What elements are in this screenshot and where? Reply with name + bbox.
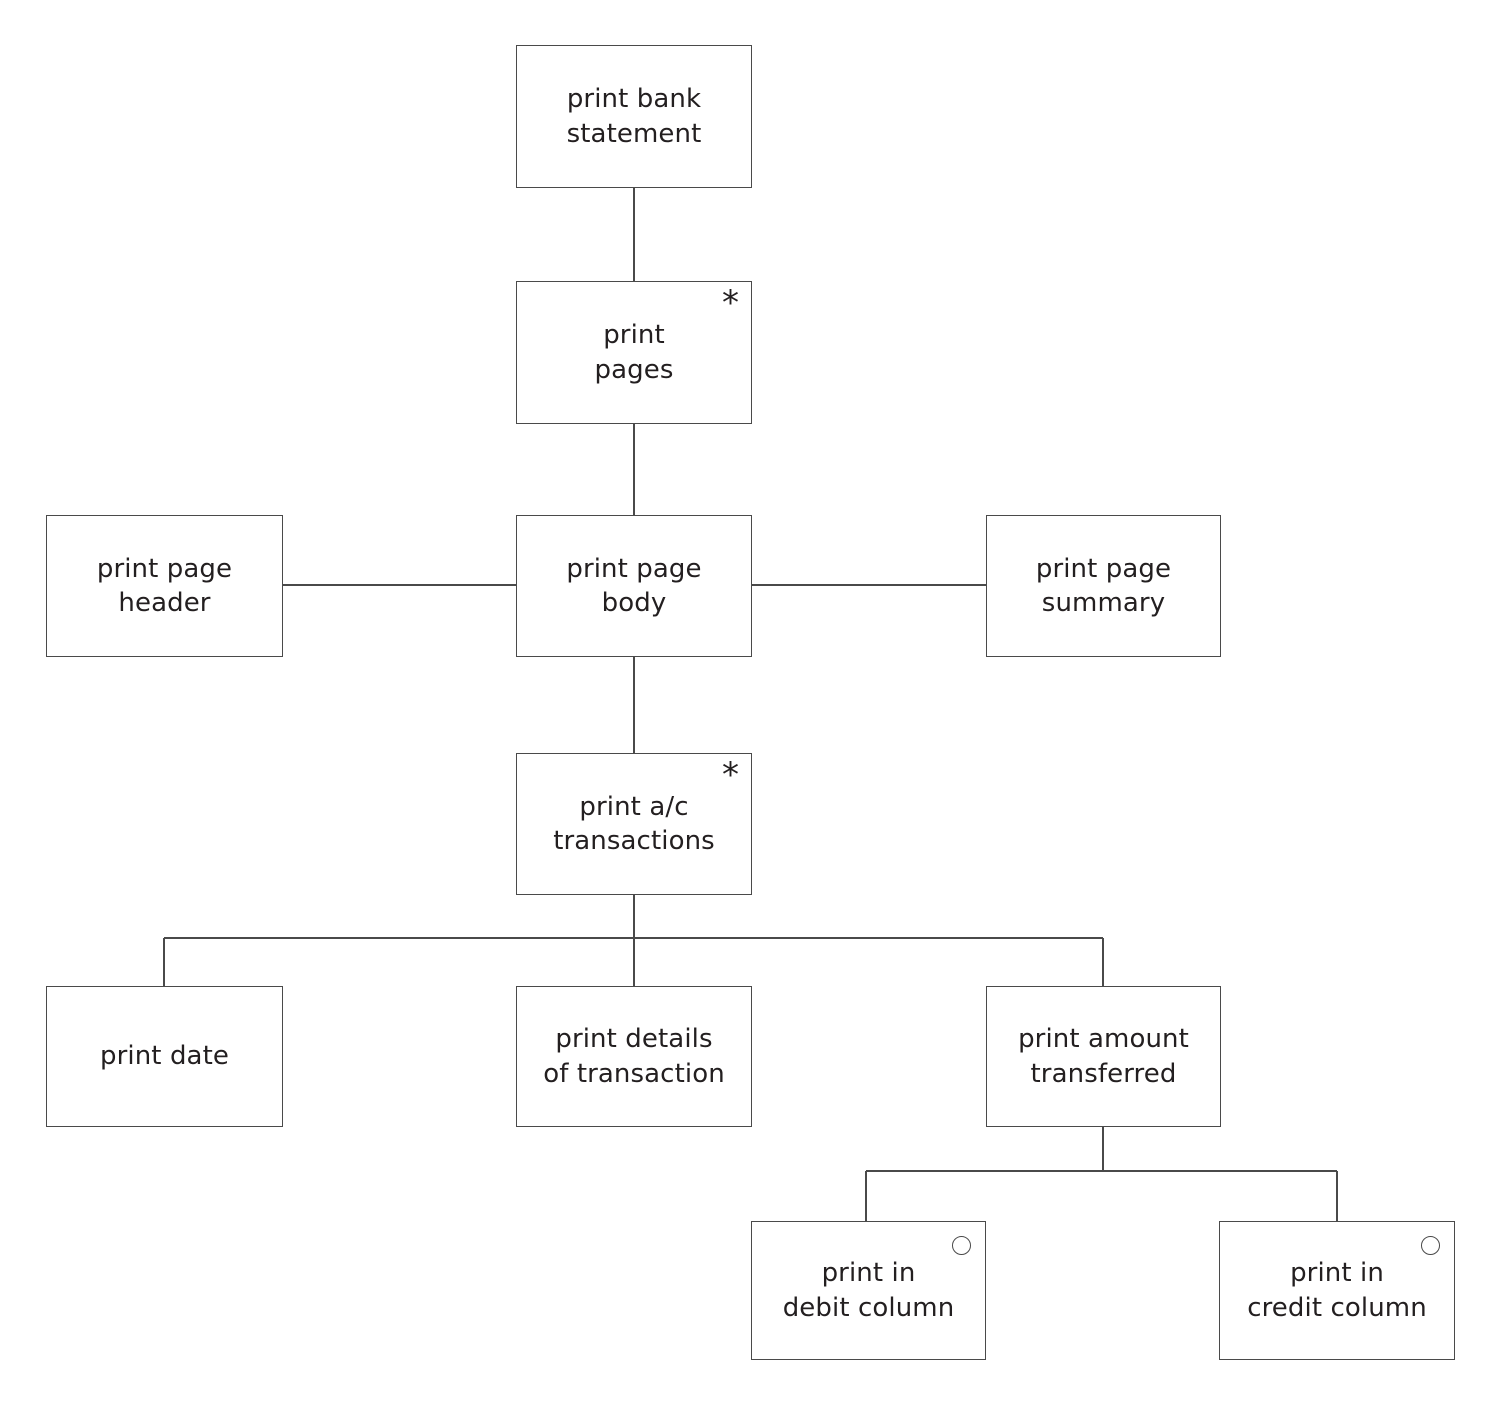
connector-lines (163, 188, 1338, 1221)
node-print-in-credit-column[interactable]: print in credit column (1219, 1221, 1455, 1360)
node-label: print bank statement (566, 84, 702, 149)
node-print-page-summary[interactable]: print page summary (986, 515, 1221, 657)
node-print-bank-statement[interactable]: print bank statement (516, 45, 752, 188)
structure-diagram-canvas: print bank statement print pages * print… (0, 0, 1500, 1408)
node-print-date[interactable]: print date (46, 986, 283, 1127)
iteration-asterisk-icon: * (722, 283, 739, 323)
node-label: print amount transferred (1018, 1024, 1189, 1089)
node-print-page-body[interactable]: print page body (516, 515, 752, 657)
node-print-ac-transactions[interactable]: print a/c transactions * (516, 753, 752, 895)
node-label: print a/c transactions (553, 791, 715, 856)
selection-circle-icon (1421, 1236, 1440, 1255)
node-print-in-debit-column[interactable]: print in debit column (751, 1221, 986, 1360)
selection-circle-icon (952, 1236, 971, 1255)
node-label: print pages (594, 320, 674, 385)
node-print-page-header[interactable]: print page header (46, 515, 283, 657)
node-label: print page summary (1035, 553, 1172, 618)
node-label: print in credit column (1247, 1258, 1427, 1323)
node-print-details-of-transaction[interactable]: print details of transaction (516, 986, 752, 1127)
node-label: print date (100, 1041, 229, 1072)
iteration-asterisk-icon: * (722, 755, 739, 795)
node-print-pages[interactable]: print pages * (516, 281, 752, 424)
node-label: print in debit column (782, 1258, 955, 1323)
node-print-amount-transferred[interactable]: print amount transferred (986, 986, 1221, 1127)
node-label: print page header (96, 553, 233, 618)
node-label: print page body (566, 553, 702, 618)
node-label: print details of transaction (543, 1024, 725, 1089)
